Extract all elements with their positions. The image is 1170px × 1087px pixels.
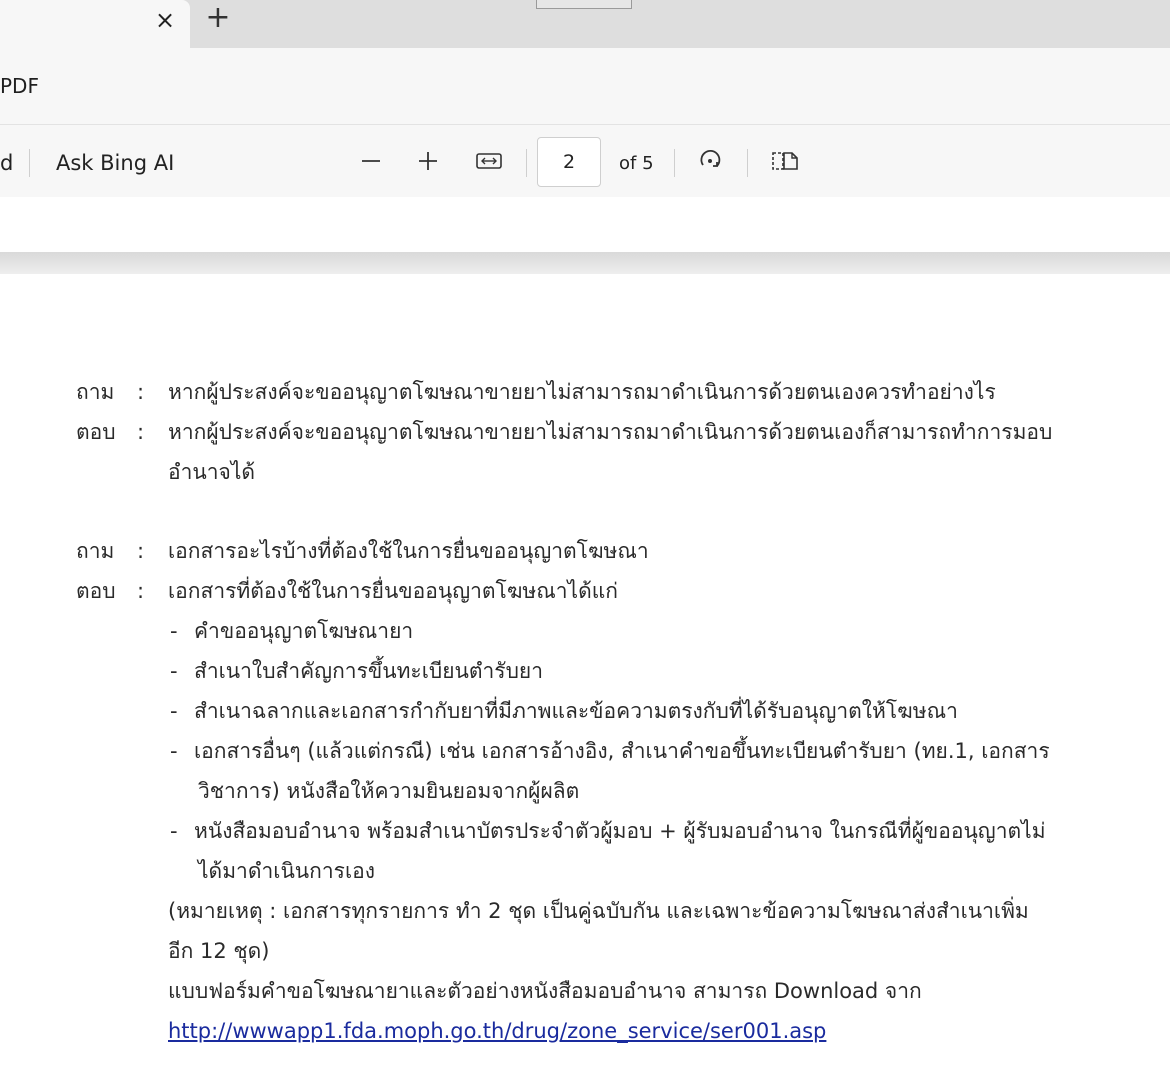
window-drag-handle[interactable]: [536, 0, 632, 9]
ask-bing-ai-button[interactable]: Ask Bing AI: [56, 151, 174, 175]
toolbar-separator: [526, 149, 527, 177]
answer-text: อำนาจได้: [168, 460, 256, 484]
bullet-dash: -: [170, 739, 178, 763]
download-link[interactable]: http://wwwapp1.fda.moph.go.th/drug/zone_…: [168, 1017, 826, 1045]
zoom-out-icon[interactable]: [355, 145, 387, 177]
question-text: เอกสารอะไรบ้างที่ต้องใช้ในการยื่นขออนุญา…: [168, 539, 649, 563]
answer-text: หากผู้ประสงค์จะขออนุญาตโฆษณาขายยาไม่สามา…: [168, 420, 1053, 444]
list-item: คำขออนุญาตโฆษณายา: [194, 619, 414, 643]
colon: :: [137, 579, 145, 603]
bullet-dash: -: [170, 659, 178, 683]
note-text: (หมายเหตุ : เอกสารทุกรายการ ทำ 2 ชุด เป็…: [168, 899, 1029, 923]
question-text: หากผู้ประสงค์จะขออนุญาตโฆษณาขายยาไม่สามา…: [168, 380, 996, 404]
toolbar-separator: [29, 149, 30, 177]
question-label: ถาม: [76, 380, 115, 404]
page-number-input[interactable]: 2: [537, 137, 601, 187]
address-bar: PDF: [0, 48, 1170, 126]
page-total-label: of 5: [619, 153, 654, 174]
question-label: ถาม: [76, 539, 115, 563]
bullet-dash: -: [170, 819, 178, 843]
download-text: แบบฟอร์มคำขอโฆษณายาและตัวอย่างหนังสือมอบ…: [168, 979, 922, 1003]
colon: :: [137, 420, 145, 444]
toolbar-separator: [747, 149, 748, 177]
note-text: อีก 12 ชุด): [168, 939, 270, 963]
fit-width-icon[interactable]: [473, 145, 505, 177]
bullet-dash: -: [170, 619, 178, 643]
pdf-toolbar: d Ask Bing AI 2 of 5: [0, 124, 1170, 198]
answer-label: ตอบ: [76, 420, 116, 444]
list-item: เอกสารอื่นๆ (แล้วแต่กรณี) เช่น เอกสารอ้า…: [194, 739, 1050, 763]
page-view-icon[interactable]: [769, 145, 801, 177]
tab-strip: × +: [0, 0, 1170, 48]
new-tab-icon[interactable]: +: [202, 3, 234, 35]
rotate-icon[interactable]: [694, 145, 726, 177]
list-item: สำเนาใบสำคัญการขึ้นทะเบียนตำรับยา: [194, 659, 543, 683]
toolbar-separator: [674, 149, 675, 177]
colon: :: [137, 380, 145, 404]
toolbar-cut-label[interactable]: d: [0, 151, 13, 175]
pdf-page: ถาม : หากผู้ประสงค์จะขออนุญาตโฆษณาขายยาไ…: [0, 274, 1170, 1087]
list-item: สำเนาฉลากและเอกสารกำกับยาที่มีภาพและข้อค…: [194, 699, 958, 723]
viewer-background: [0, 197, 1170, 252]
address-text[interactable]: PDF: [0, 74, 39, 98]
list-item: ได้มาดำเนินการเอง: [198, 859, 375, 883]
answer-label: ตอบ: [76, 579, 116, 603]
zoom-in-icon[interactable]: [412, 145, 444, 177]
colon: :: [137, 539, 145, 563]
list-item: หนังสือมอบอำนาจ พร้อมสำเนาบัตรประจำตัวผู…: [194, 819, 1046, 843]
page-number-value[interactable]: 2: [538, 138, 600, 186]
page-separator-band: [0, 252, 1170, 274]
tab-active[interactable]: ×: [0, 0, 190, 48]
list-item: วิชาการ) หนังสือให้ความยินยอมจากผู้ผลิต: [198, 779, 580, 803]
tab-close-icon[interactable]: ×: [152, 6, 178, 34]
bullet-dash: -: [170, 699, 178, 723]
answer-text: เอกสารที่ต้องใช้ในการยื่นขออนุญาตโฆษณาได…: [168, 579, 618, 603]
